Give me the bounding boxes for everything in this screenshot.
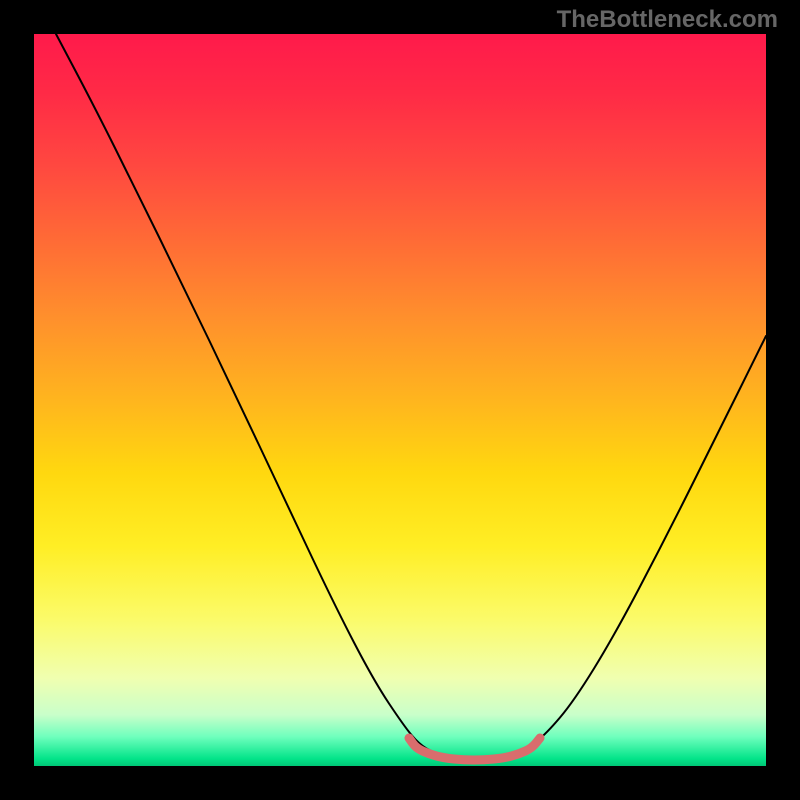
watermark-text: TheBottleneck.com bbox=[557, 6, 778, 34]
bottleneck-curve bbox=[56, 34, 766, 759]
optimal-band-marker bbox=[409, 738, 540, 760]
chart-plot-area bbox=[34, 34, 766, 766]
chart-svg bbox=[34, 34, 766, 766]
